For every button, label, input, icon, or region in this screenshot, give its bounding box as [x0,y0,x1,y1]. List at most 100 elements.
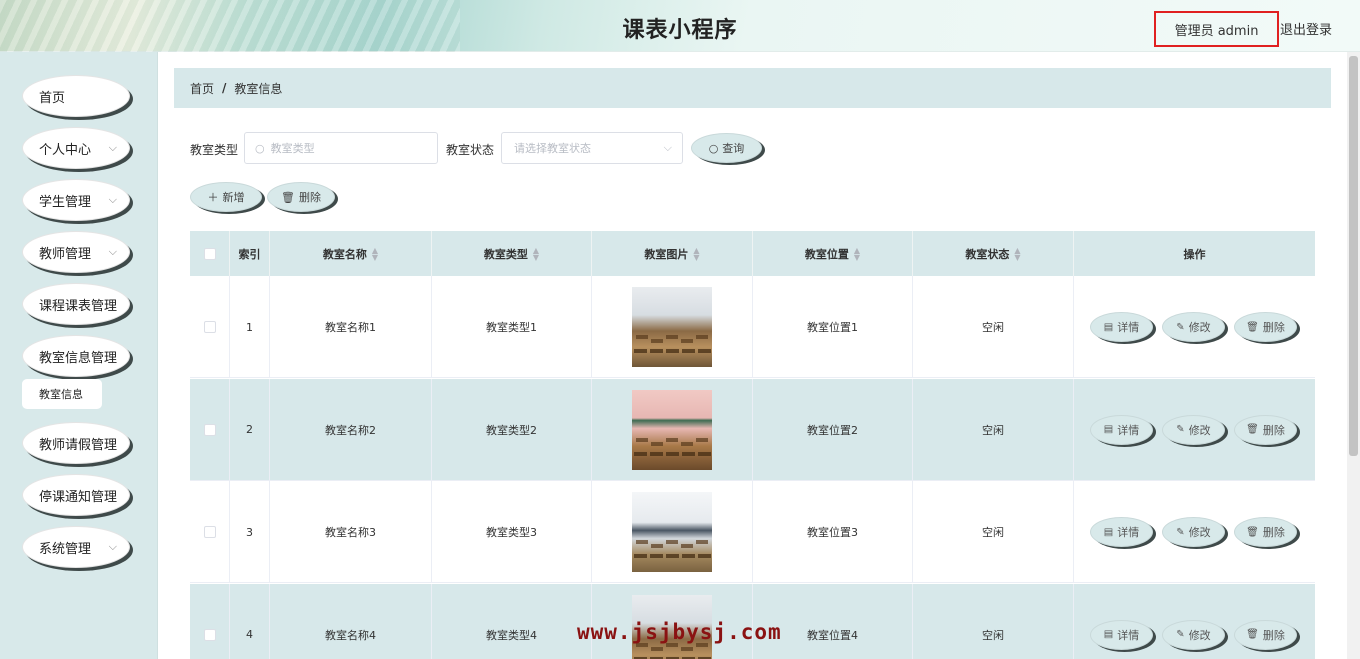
search-icon: ○ [708,141,719,155]
cell-index: 1 [230,276,270,378]
trash-icon: 🗑 [1246,629,1259,640]
breadcrumb-home[interactable]: 首页 [190,80,214,97]
table-row: 1 教室名称1 教室类型1 教室位置1 空闲 ▤ 详情 ✎ 修改 🗑 删除 [190,276,1315,378]
batch-delete-button[interactable]: 🗑 删除 [267,182,335,212]
sidebar-item-course-schedule[interactable]: 课程课表管理 [22,283,130,325]
sidebar-item-home[interactable]: 首页 [22,75,130,117]
sort-icon[interactable]: ▲ ▼ [533,246,539,261]
pencil-icon: ✎ [1176,321,1185,333]
query-button-label: 查询 [722,142,745,155]
row-checkbox[interactable] [203,526,216,538]
sidebar-item-label: 课程课表管理 [39,298,118,314]
detail-button[interactable]: ▤ 详情 [1090,619,1153,650]
cell-classroom-type: 教室类型3 [432,481,592,583]
sidebar-subitem-classroom-info[interactable]: 教室信息 [22,379,102,409]
chevron-down-icon: ⌵ [108,245,117,258]
detail-button[interactable]: ▤ 详情 [1090,312,1153,342]
chevron-down-icon: ⌵ [108,141,117,154]
cell-classroom-location: 教室位置3 [753,481,913,583]
row-select-cell [190,481,230,583]
delete-button[interactable]: 🗑 删除 [1234,414,1297,445]
column-header-name[interactable]: 教室名称 ▲ ▼ [270,231,432,276]
document-icon: ▤ [1103,424,1114,435]
cell-actions: ▤ 详情 ✎ 修改 🗑 删除 [1074,276,1315,378]
sidebar-item-label: 教室信息管理 [39,350,118,366]
watermark-text: www.jsjbysj.com [577,620,782,644]
column-header-location[interactable]: 教室位置 ▲ ▼ [753,231,913,276]
chevron-down-icon: ⌵ [108,193,117,206]
row-select-cell [190,276,230,378]
classroom-table: 索引 教室名称 ▲ ▼ 教室类型 ▲ ▼ 教室图片 ▲ ▼ 教室位置 ▲ ▼ 教室状态 ▲ ▼ 操作… [190,231,1315,659]
cell-classroom-location: 教室位置1 [753,276,913,378]
classroom-status-select[interactable]: 请选择教室状态 ⌵ [501,132,683,164]
delete-button[interactable]: 🗑 删除 [1234,312,1297,342]
pencil-icon: ✎ [1176,424,1185,435]
sidebar-item-label: 学生管理 [39,194,92,210]
cell-classroom-name: 教室名称1 [270,276,432,378]
admin-user-label[interactable]: 管理员 admin [1154,11,1279,47]
detail-button-label: 详情 [1117,526,1140,539]
cell-classroom-image [592,378,753,481]
edit-button-label: 修改 [1188,526,1211,539]
document-icon: ▤ [1103,526,1114,538]
sidebar-item-label: 个人中心 [39,142,92,158]
column-header-image[interactable]: 教室图片 ▲ ▼ [592,231,753,276]
cell-classroom-location: 教室位置2 [753,378,913,481]
sort-icon[interactable]: ▲ ▼ [693,246,699,261]
sidebar-item-personal-center[interactable]: 个人中心 ⌵ [22,127,130,169]
sort-icon[interactable]: ▲ ▼ [1014,246,1020,261]
row-checkbox[interactable] [203,628,216,641]
table-row: 2 教室名称2 教室类型2 教室位置2 空闲 ▤ 详情 ✎ 修改 🗑 删除 [190,378,1315,481]
cell-classroom-type: 教室类型2 [432,378,592,481]
add-button-label: 新增 [222,191,245,204]
detail-button[interactable]: ▤ 详情 [1090,414,1153,445]
breadcrumb-separator: / [222,81,227,95]
sidebar-item-classroom-info[interactable]: 教室信息管理 [22,335,130,377]
delete-button[interactable]: 🗑 删除 [1234,517,1297,547]
breadcrumb-current: 教室信息 [234,81,283,96]
column-header-type[interactable]: 教室类型 ▲ ▼ [432,231,592,276]
delete-button-label: 删除 [1262,321,1285,334]
logout-link[interactable]: 退出登录 [1280,19,1332,38]
detail-button[interactable]: ▤ 详情 [1090,517,1153,547]
sidebar-item-class-suspension[interactable]: 停课通知管理 [22,474,130,516]
edit-button[interactable]: ✎ 修改 [1162,517,1225,547]
table-row: 3 教室名称3 教室类型3 教室位置3 空闲 ▤ 详情 ✎ 修改 🗑 删除 [190,481,1315,583]
row-select-cell [190,378,230,481]
sidebar: 首页 个人中心 ⌵ 学生管理 ⌵ 教师管理 ⌵ 课程课表管理 教室信息管理 教室信息 … [0,52,158,659]
classroom-photo[interactable] [632,287,712,367]
pencil-icon: ✎ [1176,629,1185,640]
sort-icon[interactable]: ▲ ▼ [372,246,378,261]
table-header: 索引 教室名称 ▲ ▼ 教室类型 ▲ ▼ 教室图片 ▲ ▼ 教室位置 ▲ ▼ 教室状态 ▲ ▼ 操作 [190,231,1315,276]
classroom-type-input[interactable]: ○ 教室类型 [244,132,438,164]
classroom-status-label: 教室状态 [446,143,495,157]
sidebar-item-label: 首页 [39,90,66,106]
page-scrollbar[interactable] [1347,52,1360,659]
sort-icon[interactable]: ▲ ▼ [854,246,860,261]
query-button[interactable]: ○ 查询 [691,133,762,163]
sidebar-item-teacher-leave[interactable]: 教师请假管理 [22,422,130,464]
sidebar-item-system-management[interactable]: 系统管理 ⌵ [22,526,130,568]
column-header-label: 教室图片 [644,247,689,261]
edit-button[interactable]: ✎ 修改 [1162,312,1225,342]
classroom-photo[interactable] [632,492,712,572]
detail-button-label: 详情 [1117,321,1140,334]
classroom-type-label: 教室类型 [190,143,239,157]
delete-button[interactable]: 🗑 删除 [1234,619,1297,650]
row-checkbox[interactable] [203,321,216,333]
edit-button[interactable]: ✎ 修改 [1162,414,1225,445]
column-header-actions: 操作 [1183,247,1206,261]
row-checkbox[interactable] [203,423,216,436]
sidebar-item-student-management[interactable]: 学生管理 ⌵ [22,179,130,221]
chevron-down-icon: ⌵ [108,540,117,553]
edit-button[interactable]: ✎ 修改 [1162,619,1225,650]
row-select-cell [190,583,230,659]
add-button[interactable]: ＋新增 [190,182,262,212]
sidebar-item-teacher-management[interactable]: 教师管理 ⌵ [22,231,130,273]
cell-classroom-name: 教室名称3 [270,481,432,583]
scrollbar-thumb[interactable] [1349,56,1358,456]
edit-button-label: 修改 [1188,423,1211,437]
select-all-checkbox[interactable] [203,247,216,260]
column-header-status[interactable]: 教室状态 ▲ ▼ [913,231,1074,276]
classroom-photo[interactable] [632,389,712,470]
